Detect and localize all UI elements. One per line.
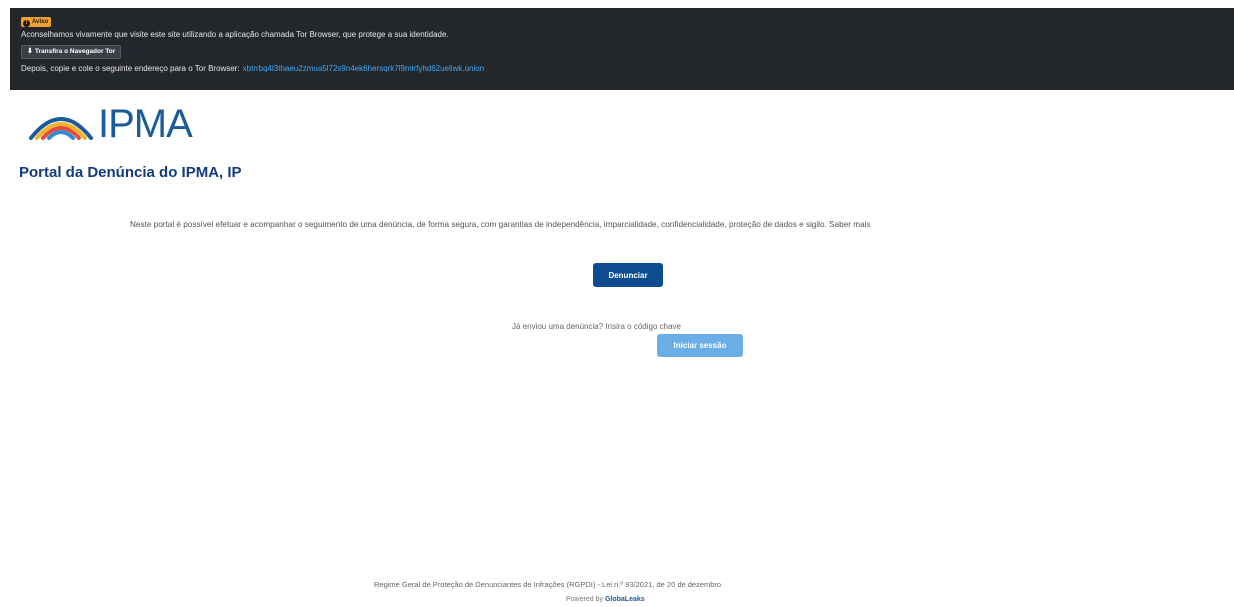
report-button[interactable]: Denunciar: [593, 263, 663, 287]
tor-notice-banner: ! Aviso Aconselhamos vivamente que visite…: [10, 8, 1234, 90]
download-tor-button[interactable]: ⬇ Transfira o Navegador Tor: [21, 45, 122, 59]
onion-address-line: Depois, copie e cole o seguinte endereço…: [21, 63, 1224, 75]
tor-advice-text: Aconselhamos vivamente que visite este s…: [21, 30, 449, 39]
download-tor-label: Transfira o Navegador Tor: [34, 48, 116, 55]
footer-powered-by: Powered by GlobaLeaks: [0, 596, 1234, 603]
ipma-logo[interactable]: IPMA: [27, 102, 193, 146]
powered-prefix: Powered by: [566, 596, 603, 603]
alert-badge-pill: ! Aviso: [21, 17, 52, 27]
copy-instruction: Depois, copie e cole o seguinte endereço…: [21, 64, 240, 73]
alert-label: Aviso: [32, 19, 49, 25]
login-button[interactable]: Iniciar sessão: [657, 334, 743, 357]
page: ! Aviso Aconselhamos vivamente que visite…: [0, 0, 1234, 607]
download-icon: ⬇: [27, 48, 33, 55]
intro-text: Neste portal é possível efetuar e acompa…: [0, 220, 1234, 229]
onion-address-link[interactable]: xbtrrbq4l3thaeu2zmua5l72s9n4ek6hersqrk7l…: [243, 64, 484, 73]
globaleaks-link[interactable]: GlobaLeaks: [605, 596, 645, 603]
learn-more-link[interactable]: Saber mais: [829, 220, 870, 229]
footer-law-text: Regime Geral de Proteção de Denunciantes…: [374, 580, 722, 589]
page-title: Portal da Denúncia do IPMA, IP: [19, 164, 242, 181]
exclamation-icon: !: [23, 20, 30, 27]
intro-body: Neste portal é possível efetuar e acompa…: [130, 220, 827, 229]
logo-text: IPMA: [98, 102, 193, 146]
alert-badge: ! Aviso: [21, 15, 1224, 27]
receipt-prompt: Já enviou uma denúncia? Insira o código …: [512, 322, 681, 331]
ipma-arcs-icon: [29, 117, 93, 140]
